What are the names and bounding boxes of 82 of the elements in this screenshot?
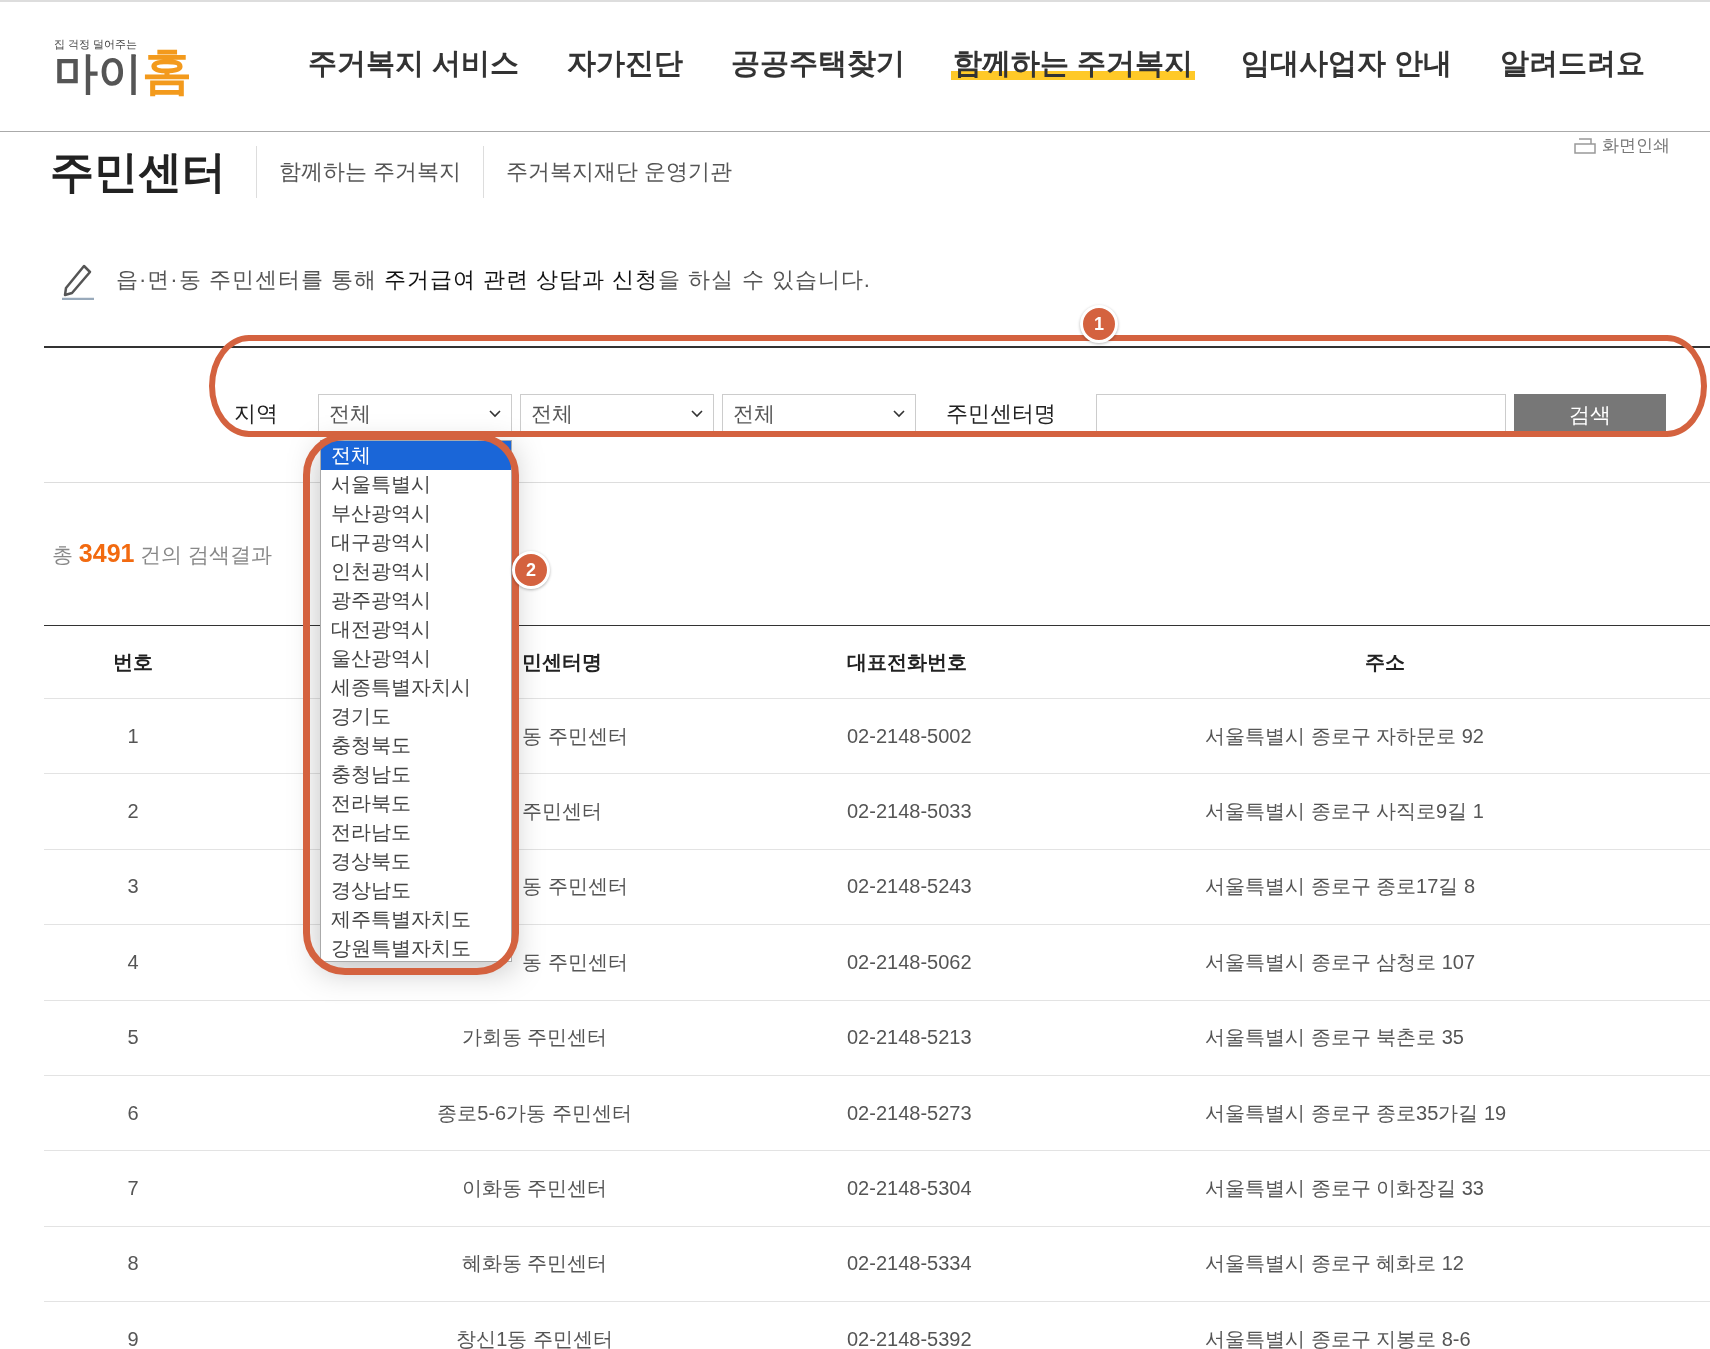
dropdown-option[interactable]: 충청북도 <box>321 731 511 760</box>
number-badge: 2 <box>512 551 550 589</box>
table-cell: 02-2148-5392 <box>847 1327 972 1349</box>
table-cell: 서울특별시 종로구 지봉로 8-6 <box>1205 1327 1471 1349</box>
nav-item[interactable]: 주거복지 서비스 <box>306 43 522 84</box>
table-cell-text: 동 주민센터 <box>522 874 628 900</box>
table-cell: 5 <box>127 1026 139 1049</box>
table-cell: 1 <box>127 724 139 747</box>
table-cell: 02-2148-5243 <box>847 875 972 898</box>
page-title: 주민센터 <box>50 145 226 198</box>
table-cell: 이화동 주민센터 <box>461 1177 608 1200</box>
nav-item[interactable]: 알려드려요 <box>1498 43 1648 84</box>
table-cell: 종로5-6가동 주민센터 <box>437 1101 632 1124</box>
table-cell: 8 <box>127 1252 139 1275</box>
table-cell: 02-2148-5062 <box>847 950 972 973</box>
result-count: 총 3491 건의 검색결과 <box>52 539 273 569</box>
table-cell: 9 <box>127 1327 139 1349</box>
region-select[interactable]: 전체 <box>318 394 512 434</box>
table-cell: 창신1동 주민센터 <box>456 1327 613 1349</box>
table-cell: 서울특별시 종로구 북촌로 35 <box>1205 1026 1464 1049</box>
table-cell: 서울특별시 종로구 삼청로 107 <box>1205 950 1476 973</box>
chevron-icon <box>893 410 905 418</box>
column-header: 대표전화번호 <box>847 650 967 673</box>
dropdown-option[interactable]: 울산광역시 <box>321 644 511 673</box>
region-label: 지역 <box>234 400 278 428</box>
dropdown-option[interactable]: 경기도 <box>321 702 511 731</box>
table-cell: 서울특별시 종로구 사직로9길 1 <box>1205 800 1484 823</box>
dropdown-option[interactable]: 경상남도 <box>321 876 511 905</box>
table-cell: 서울특별시 종로구 이화장길 33 <box>1205 1177 1484 1200</box>
table-cell: 02-2148-5334 <box>847 1252 972 1275</box>
table-cell: 가회동 주민센터 <box>461 1026 608 1049</box>
column-header: 번호 <box>113 650 153 673</box>
table-cell-text: 동 주민센터 <box>522 723 628 749</box>
center-name-label: 주민센터명 <box>946 400 1056 428</box>
dropdown-option[interactable]: 대구광역시 <box>321 528 511 557</box>
column-header: 주소 <box>1364 650 1405 673</box>
dropdown-option[interactable]: 경상북도 <box>321 847 511 876</box>
table-cell: 3 <box>127 875 139 898</box>
dropdown-option[interactable]: 인천광역시 <box>321 557 511 586</box>
table-cell: 서울특별시 종로구 종로35가길 19 <box>1205 1101 1507 1124</box>
nav-item[interactable]: 임대사업자 안내 <box>1239 43 1455 84</box>
print-link[interactable]: 화면인쇄 <box>1574 134 1670 157</box>
table-cell: 02-2148-5304 <box>847 1177 972 1200</box>
number-badge: 1 <box>1080 305 1118 343</box>
dropdown-option[interactable]: 제주특별자치도 <box>321 905 511 934</box>
notice-text: 읍·면·동 주민센터를 통해 주거급여 관련 상담과 신청을 하실 수 있습니다. <box>116 266 871 294</box>
table-cell: 02-2148-5213 <box>847 1026 972 1049</box>
table-cell: 02-2148-5273 <box>847 1101 972 1124</box>
center-name-field[interactable] <box>1096 394 1506 434</box>
sub-tab[interactable]: 함께하는 주거복지 <box>256 146 484 198</box>
sub-tab[interactable]: 주거복지재단 운영기관 <box>483 146 755 198</box>
column-header: 민센터명 <box>522 649 602 675</box>
dropdown-option[interactable]: 충청남도 <box>321 760 511 789</box>
table-cell: 02-2148-5002 <box>847 724 972 747</box>
table-cell: 4 <box>127 950 139 973</box>
dropdown-option[interactable]: 전체 <box>321 441 511 470</box>
nav-item[interactable]: 공공주택찾기 <box>729 43 908 84</box>
dropdown-option[interactable]: 세종특별자치시 <box>321 673 511 702</box>
chevron-icon <box>489 410 501 418</box>
table-cell: 2 <box>127 800 139 823</box>
table-cell: 혜화동 주민센터 <box>461 1252 608 1275</box>
dropdown-option[interactable]: 서울특별시 <box>321 470 511 499</box>
table-cell: 7 <box>127 1177 139 1200</box>
table-cell-text: 주민센터 <box>522 799 602 825</box>
table-cell-text: 동 주민센터 <box>522 949 628 975</box>
dropdown-option[interactable]: 전라남도 <box>321 818 511 847</box>
dropdown-option[interactable]: 광주광역시 <box>321 586 511 615</box>
dropdown-option[interactable]: 강원특별자치도 <box>321 934 511 961</box>
logo-tagline: 집 걱정 덜어주는 <box>54 37 139 52</box>
chevron-icon <box>691 410 703 418</box>
table-cell: 서울특별시 종로구 자하문로 92 <box>1205 724 1484 747</box>
table-cell: 02-2148-5033 <box>847 800 972 823</box>
table-cell: 서울특별시 종로구 종로17길 8 <box>1205 875 1476 898</box>
table-cell: 6 <box>127 1101 139 1124</box>
dropdown-option[interactable]: 대전광역시 <box>321 615 511 644</box>
printer-icon <box>1574 137 1596 154</box>
dropdown-option[interactable]: 부산광역시 <box>321 499 511 528</box>
table-cell: 서울특별시 종로구 혜화로 12 <box>1205 1252 1464 1275</box>
nav-item[interactable]: 자가진단 <box>565 43 686 84</box>
dropdown-option[interactable]: 전라북도 <box>321 789 511 818</box>
region-select[interactable]: 전체 <box>520 394 714 434</box>
region-select[interactable]: 전체 <box>722 394 916 434</box>
